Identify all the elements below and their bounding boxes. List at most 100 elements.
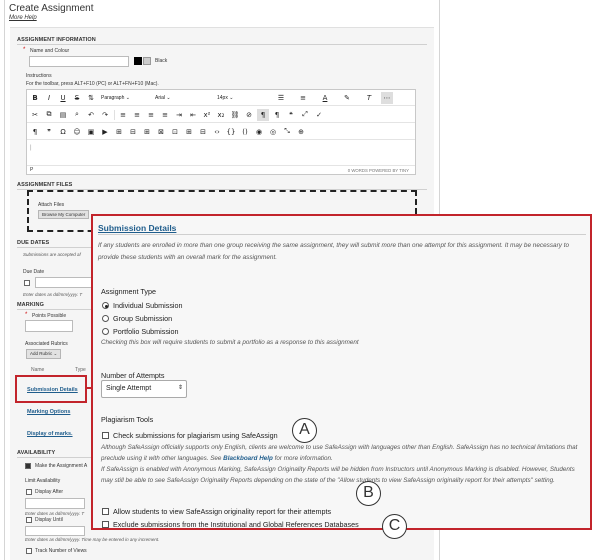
display-after-input[interactable] [25, 498, 85, 509]
record-icon[interactable]: ◎ [267, 126, 279, 138]
emoji-icon[interactable]: ☺ [71, 126, 83, 138]
table-row-icon[interactable]: ⊟ [127, 126, 139, 138]
spellcheck-icon[interactable]: ✓ [313, 109, 325, 121]
find-icon[interactable]: ⌕ [71, 109, 83, 121]
table-props-icon[interactable]: ⊟ [197, 126, 209, 138]
paragraph-mark-icon[interactable]: ¶ [29, 126, 41, 138]
link-icon[interactable]: ⛓ [229, 109, 241, 121]
format-dropdown-icon[interactable]: ⇅ [85, 92, 97, 104]
subscript-icon[interactable]: x₂ [215, 109, 227, 121]
align-right-icon[interactable]: ≡ [145, 109, 157, 121]
math-icon[interactable]: () [239, 126, 251, 138]
submission-details-link[interactable]: Submission Details [27, 387, 78, 393]
colour-picker-button[interactable] [143, 57, 151, 65]
copy-icon[interactable]: ⧉ [43, 109, 55, 121]
more-help-link[interactable]: More Help [9, 15, 37, 21]
anonymous-marking-note: If SafeAssign is enabled with Anonymous … [101, 466, 575, 484]
preview-icon[interactable]: ◉ [253, 126, 265, 138]
font-select[interactable]: Arial ⌄ [155, 92, 205, 104]
required-marker: * [23, 47, 26, 53]
align-center-icon[interactable]: ≡ [131, 109, 143, 121]
allow-view-report-checkbox[interactable] [102, 508, 109, 515]
display-after-checkbox[interactable] [26, 489, 32, 495]
add-rubric-label: Add Rubric [30, 351, 53, 356]
section-header-assignment-info: ASSIGNMENT INFORMATION [17, 37, 96, 43]
paragraph-select[interactable]: Paragraph ⌄ [101, 92, 151, 104]
portfolio-submission-label: Portfolio Submission [113, 327, 179, 336]
display-after-label: Display After [35, 489, 64, 495]
instructions-label: Instructions [26, 73, 52, 79]
undo-icon[interactable]: ↶ [85, 109, 97, 121]
media-icon[interactable]: ▶ [99, 126, 111, 138]
text-colour-icon[interactable]: A [319, 92, 331, 104]
editor-toolbar-row-2: ✂ ⧉ ▤ ⌕ ↶ ↷ ≡ ≡ ≡ ≡ ⇥ ⇤ x² x₂ ⛓ ⊘ ¶ ¶ ❝ … [27, 107, 415, 123]
table-delete-icon[interactable]: ⊠ [155, 126, 167, 138]
omega-icon[interactable]: Ω [57, 126, 69, 138]
superscript-icon[interactable]: x² [201, 109, 213, 121]
make-available-label: Make the Assignment A [35, 463, 88, 469]
highlight-icon[interactable]: ✎ [341, 92, 353, 104]
group-submission-label: Group Submission [113, 314, 173, 323]
display-until-input[interactable] [25, 526, 85, 536]
indent-icon[interactable]: ⇥ [173, 109, 185, 121]
table-col-icon[interactable]: ⊞ [141, 126, 153, 138]
exclude-submissions-checkbox[interactable] [102, 521, 109, 528]
underline-icon[interactable]: U [57, 92, 69, 104]
unlink-icon[interactable]: ⊘ [243, 109, 255, 121]
due-date-checkbox[interactable] [24, 280, 30, 286]
strikethrough-icon[interactable]: S [71, 92, 83, 104]
add-rubric-button[interactable]: Add Rubric ⌄ [26, 349, 62, 359]
source-code-icon[interactable]: {} [225, 126, 237, 138]
editor-status-bar: P 0 WORDS POWERED BY TINY [27, 165, 415, 175]
number-of-attempts-select[interactable]: Single Attempt ⇕ [101, 380, 187, 398]
display-of-marks-link[interactable]: Display of marks. [27, 431, 73, 437]
page-title: Create Assignment [9, 3, 94, 14]
editor-content-area[interactable] [27, 142, 415, 164]
individual-submission-radio[interactable] [102, 302, 109, 309]
size-select[interactable]: 14px ⌄ [217, 92, 269, 104]
assignment-name-input[interactable] [29, 56, 129, 67]
due-date-hint: Enter dates as dd/mm/yyyy. T [23, 292, 83, 297]
number-of-attempts-label: Number of Attempts [101, 371, 165, 380]
submission-details-header[interactable]: Submission Details [98, 223, 176, 233]
marking-options-link[interactable]: Marking Options [27, 409, 70, 415]
points-possible-input[interactable] [25, 320, 73, 332]
rtl-icon[interactable]: ¶ [271, 109, 283, 121]
resize-icon[interactable]: ⤢ [299, 109, 311, 121]
fullscreen-icon[interactable]: ⤡ [281, 126, 293, 138]
more-options-icon[interactable]: ⋯ [381, 91, 393, 104]
blackboard-help-link[interactable]: Blackboard Help [223, 455, 273, 462]
limit-availability-label: Limit Availability [25, 478, 61, 484]
clear-formatting-icon[interactable]: T [363, 92, 375, 104]
colour-swatch[interactable] [134, 57, 142, 65]
bullet-list-icon[interactable]: ☰ [275, 92, 287, 104]
ltr-icon[interactable]: ¶ [257, 108, 269, 121]
table-merge-icon[interactable]: ⊡ [169, 126, 181, 138]
make-available-checkbox[interactable] [25, 463, 31, 469]
outdent-icon[interactable]: ⇤ [187, 109, 199, 121]
blockquote-icon[interactable]: ❝ [285, 109, 297, 121]
add-content-icon[interactable]: ⊕ [295, 126, 307, 138]
track-views-checkbox[interactable] [26, 548, 32, 554]
font-select-value: Arial [155, 94, 166, 101]
display-until-checkbox[interactable] [26, 517, 32, 523]
bold-icon[interactable]: B [29, 92, 41, 104]
track-views-label: Track Number of Views [35, 548, 87, 554]
image-icon[interactable]: ▣ [85, 126, 97, 138]
quote-icon[interactable]: ❞ [43, 126, 55, 138]
table-split-icon[interactable]: ⊞ [183, 126, 195, 138]
browse-my-computer-button[interactable]: Browse My Computer [38, 210, 90, 219]
group-submission-radio[interactable] [102, 315, 109, 322]
redo-icon[interactable]: ↷ [99, 109, 111, 121]
numbered-list-icon[interactable]: ≡ [297, 92, 309, 104]
check-safeassign-checkbox[interactable] [102, 432, 109, 439]
paste-icon[interactable]: ▤ [57, 109, 69, 121]
due-date-input[interactable] [35, 277, 93, 288]
cut-icon[interactable]: ✂ [29, 109, 41, 121]
table-icon[interactable]: ⊞ [113, 126, 125, 138]
italic-icon[interactable]: I [43, 92, 55, 104]
portfolio-submission-radio[interactable] [102, 328, 109, 335]
align-justify-icon[interactable]: ≡ [159, 109, 171, 121]
code-icon[interactable]: ‹› [211, 126, 223, 138]
align-left-icon[interactable]: ≡ [117, 109, 129, 121]
